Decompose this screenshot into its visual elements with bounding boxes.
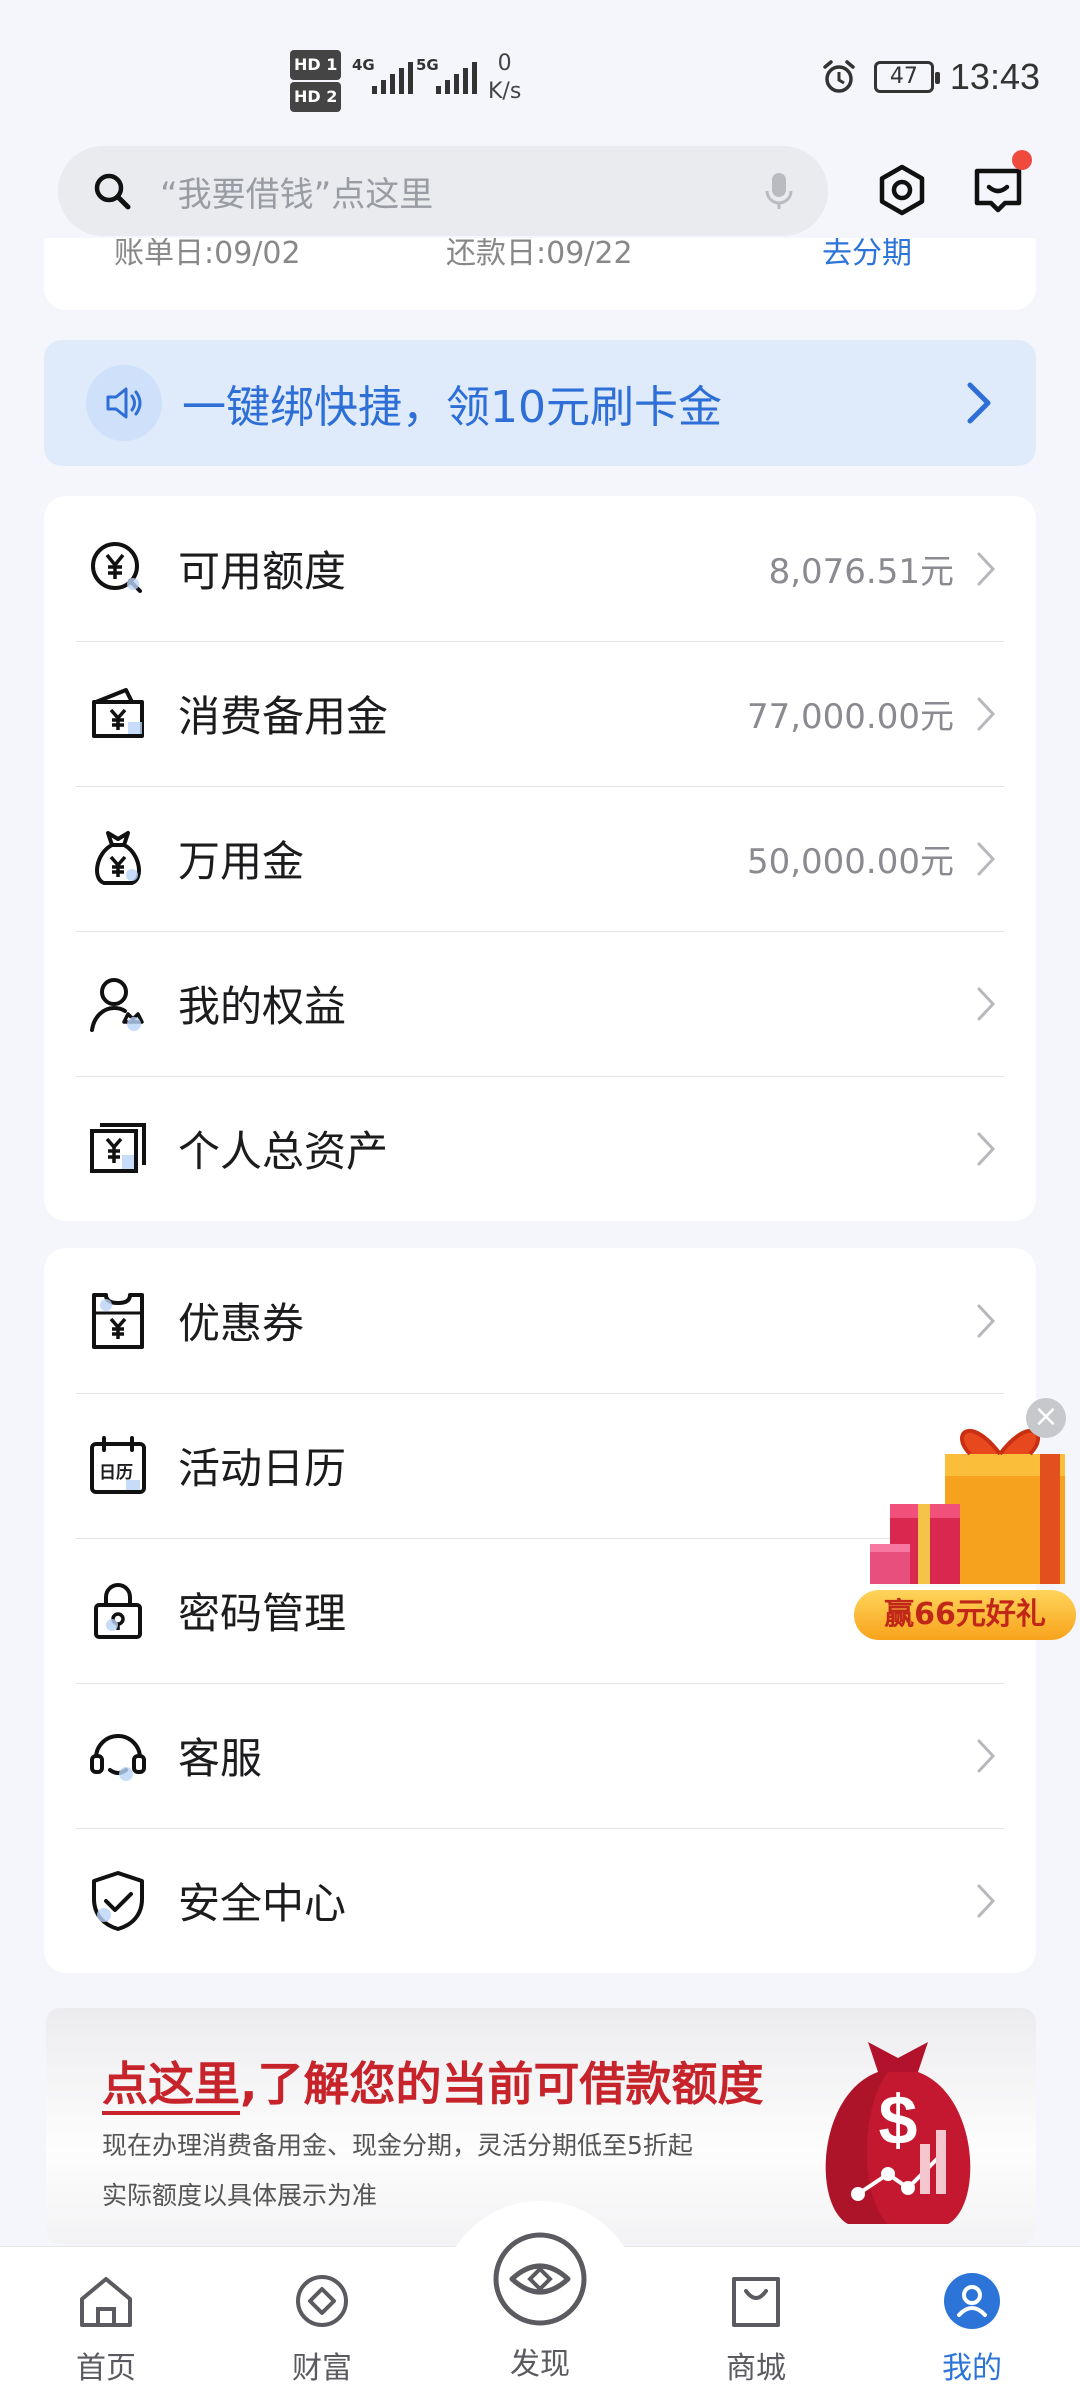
wealth-icon: [296, 2275, 348, 2327]
account-row-universal-fund[interactable]: 万用金 50,000.00元: [44, 786, 1036, 931]
service-row-customer-service[interactable]: 客服: [44, 1683, 1036, 1828]
alarm-icon: [823, 60, 855, 93]
battery-indicator: 47: [873, 61, 940, 93]
promo-title-rest: ,了解您的当前可借款额度: [240, 2057, 764, 2111]
svg-text:$: $: [879, 2081, 918, 2159]
search-bar[interactable]: “我要借钱”点这里: [58, 146, 828, 236]
chevron-right-icon: [977, 1884, 996, 1917]
clock: 13:43: [949, 56, 1040, 97]
tab-discover[interactable]: 发现: [480, 2229, 600, 2383]
tab-home[interactable]: 首页: [46, 2271, 166, 2387]
coupon-icon: [86, 1289, 150, 1353]
row-label: 安全中心: [178, 1879, 347, 1928]
row-label: 万用金: [178, 837, 305, 886]
settings-icon: [879, 164, 925, 216]
sim2-label: HD 2: [290, 82, 342, 112]
installment-link[interactable]: 去分期: [822, 238, 912, 272]
row-label: 优惠券: [178, 1299, 305, 1348]
message-badge: [1012, 150, 1032, 170]
status-bar: HD 1 HD 2 4G 5G 0 K/s 47 13:43: [0, 0, 1080, 140]
promo-line-2: 实际额度以具体展示为准: [102, 2181, 378, 2210]
close-icon[interactable]: ×: [1026, 1398, 1066, 1438]
chevron-right-icon: [967, 382, 991, 424]
message-button[interactable]: [958, 150, 1038, 230]
tab-label: 商城: [726, 2351, 786, 2386]
chevron-right-icon: [977, 842, 996, 875]
tab-label: 财富: [292, 2351, 352, 2386]
account-row-consumer-reserve[interactable]: 消费备用金 77,000.00元: [44, 641, 1036, 786]
yuan-wallet-icon: [86, 682, 150, 746]
statement-date: 账单日:09/02: [114, 238, 301, 271]
mic-icon[interactable]: [764, 171, 794, 211]
search-placeholder: “我要借钱”点这里: [160, 174, 434, 215]
promo-title-highlight: 点这里: [102, 2057, 240, 2115]
row-label: 我的权益: [178, 982, 347, 1031]
gift-label: 赢66元好礼: [854, 1590, 1076, 1640]
bind-quick-pay-banner[interactable]: 一键绑快捷，领10元刷卡金: [44, 340, 1036, 466]
signal-4g-icon: 4G: [352, 56, 413, 94]
chevron-right-icon: [977, 1132, 996, 1165]
tab-mall[interactable]: 商城: [696, 2271, 816, 2387]
money-bag-illustration-icon: $: [825, 2042, 971, 2224]
account-row-total-assets[interactable]: 个人总资产: [44, 1076, 1036, 1221]
bottom-tab-bar: 首页 财富 发现 商城 我的: [0, 2201, 1080, 2400]
user-crown-icon: [86, 972, 150, 1036]
account-card: 可用额度 8,076.51元 消费备用金 77,000.00元 万用金 50,0…: [44, 496, 1036, 1221]
repayment-date: 还款日:09/22: [446, 238, 633, 271]
promo-title: 点这里,了解您的当前可借款额度: [102, 2048, 764, 2115]
row-value: 77,000.00元: [746, 697, 954, 737]
signal-5g-icon: 5G: [416, 56, 477, 94]
network-4g-label: 4G: [352, 56, 375, 74]
tab-label: 发现: [510, 2347, 570, 2382]
row-label: 客服: [178, 1734, 263, 1783]
yuan-search-icon: [86, 537, 150, 601]
tab-wealth[interactable]: 财富: [262, 2271, 382, 2387]
tab-mine[interactable]: 我的: [912, 2271, 1032, 2387]
network-speed: 0 K/s: [488, 50, 521, 106]
shield-check-icon: [86, 1869, 150, 1933]
speed-value: 0: [497, 51, 512, 76]
lock-icon: [86, 1579, 150, 1643]
search-icon: [94, 173, 131, 210]
speaker-icon: [86, 365, 162, 441]
chevron-right-icon: [977, 552, 996, 585]
eye-icon: [493, 2232, 587, 2326]
promo-line-1: 现在办理消费备用金、现金分期，灵活分期低至5折起: [102, 2131, 693, 2160]
calendar-icon: 日历: [86, 1434, 150, 1498]
row-label: 个人总资产: [178, 1127, 389, 1176]
account-row-my-benefits[interactable]: 我的权益: [44, 931, 1036, 1076]
chevron-right-icon: [977, 987, 996, 1020]
account-row-available-credit[interactable]: 可用额度 8,076.51元: [44, 496, 1036, 641]
network-5g-label: 5G: [416, 56, 439, 74]
row-value: 50,000.00元: [746, 842, 954, 882]
profile-icon: [944, 2273, 1000, 2329]
headset-icon: [86, 1724, 150, 1788]
chevron-right-icon: [977, 697, 996, 730]
yuan-card-icon: [86, 1117, 150, 1181]
service-row-security-center[interactable]: 安全中心: [44, 1828, 1036, 1973]
bill-card: 账单日:09/02 还款日:09/22 去分期: [44, 238, 1036, 310]
row-label: 可用额度: [178, 547, 347, 596]
message-icon: [974, 168, 1022, 213]
tab-label: 首页: [76, 2351, 136, 2386]
speed-unit: K/s: [488, 79, 522, 104]
sim1-label: HD 1: [290, 50, 342, 80]
settings-button[interactable]: [862, 150, 942, 230]
tab-label: 我的: [942, 2351, 1002, 2386]
row-value: 8,076.51元: [768, 552, 954, 592]
banner-text: 一键绑快捷，领10元刷卡金: [182, 382, 722, 433]
chevron-right-icon: [977, 1739, 996, 1772]
chevron-right-icon: [977, 1304, 996, 1337]
calendar-icon-text: 日历: [99, 1462, 133, 1483]
home-icon: [80, 2277, 132, 2327]
shopping-bag-icon: [732, 2277, 780, 2327]
service-row-coupons[interactable]: 优惠券: [44, 1248, 1036, 1393]
sim-indicators: HD 1 HD 2: [290, 48, 345, 112]
row-label: 消费备用金: [178, 692, 389, 741]
money-bag-icon: [86, 827, 150, 891]
